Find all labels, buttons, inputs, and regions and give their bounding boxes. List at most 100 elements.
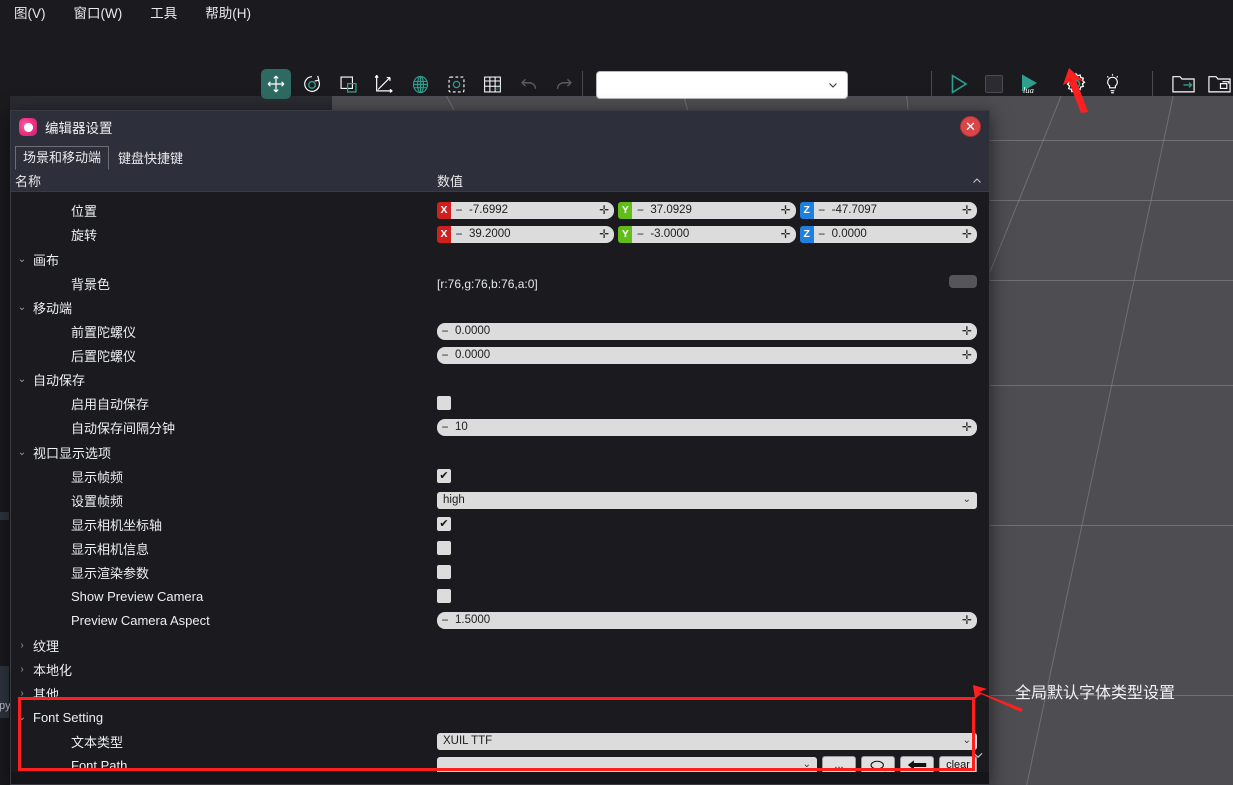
increment-icon[interactable]: ✛ <box>959 227 975 241</box>
row-position[interactable]: 位置 X − -7.6992 ✛ Y −37.0929 ✛ Z − -47.70… <box>11 198 989 222</box>
row-font-path[interactable]: Font Path ⌄ ... clear <box>11 753 989 772</box>
row-rotation[interactable]: 旋转 X −39.2000 ✛ Y − -3.0000 ✛ Z −0.0000 … <box>11 222 989 246</box>
group-font-setting[interactable]: ⌄ Font Setting <box>11 705 989 729</box>
redo-button[interactable] <box>549 69 579 99</box>
close-icon[interactable]: ✕ <box>960 116 981 137</box>
move-tool-button[interactable] <box>261 69 291 99</box>
decrement-icon[interactable]: − <box>451 227 467 241</box>
tab-keyboard-shortcuts[interactable]: 键盘快捷键 <box>111 148 190 170</box>
show-camera-axis-checkbox[interactable]: ✔ <box>437 517 451 531</box>
group-texture[interactable]: › 纹理 <box>11 633 989 657</box>
undo-button[interactable] <box>513 69 543 99</box>
enable-autosave-checkbox[interactable] <box>437 396 451 410</box>
field-rotation-y[interactable]: Y − -3.0000 ✛ <box>618 225 796 243</box>
group-autosave[interactable]: ⌄ 自动保存 <box>11 367 989 391</box>
folder-open-icon[interactable] <box>1168 69 1198 99</box>
search-button[interactable] <box>861 756 895 772</box>
decrement-icon[interactable]: − <box>451 203 467 217</box>
decrement-icon[interactable]: − <box>437 348 453 362</box>
play-button[interactable] <box>943 69 973 99</box>
scroll-down-icon[interactable] <box>971 748 985 762</box>
chevron-down-icon[interactable]: ⌄ <box>11 254 33 265</box>
autosave-interval-spinner[interactable]: −10 ✛ <box>437 418 977 436</box>
font-path-select[interactable]: ⌄ <box>437 756 817 772</box>
decrement-icon[interactable]: − <box>437 324 453 338</box>
scene-select[interactable] <box>596 71 848 99</box>
menu-view[interactable]: 图(V) <box>0 2 60 22</box>
group-other[interactable]: › 其他 <box>11 681 989 705</box>
row-show-preview-camera[interactable]: Show Preview Camera <box>11 584 989 608</box>
bulb-icon[interactable] <box>1097 69 1127 99</box>
chevron-right-icon[interactable]: › <box>11 664 33 675</box>
row-preview-camera-aspect[interactable]: Preview Camera Aspect −1.5000 ✛ <box>11 608 989 632</box>
show-camera-info-checkbox[interactable] <box>437 541 451 555</box>
group-localization[interactable]: › 本地化 <box>11 657 989 681</box>
browse-ellipsis-button[interactable]: ... <box>822 756 856 772</box>
row-show-camera-info[interactable]: 显示相机信息 <box>11 536 989 560</box>
tab-scene-and-mobile[interactable]: 场景和移动端 <box>15 146 110 170</box>
stop-button[interactable] <box>979 69 1009 99</box>
decrement-icon[interactable]: − <box>437 613 453 627</box>
chevron-right-icon[interactable]: › <box>11 688 33 699</box>
scale-tool-button[interactable] <box>333 69 363 99</box>
assign-button[interactable] <box>900 756 934 772</box>
increment-icon[interactable]: ✛ <box>596 203 612 217</box>
increment-icon[interactable]: ✛ <box>959 420 975 434</box>
chevron-right-icon[interactable]: › <box>11 640 33 651</box>
field-rotation-x[interactable]: X −39.2000 ✛ <box>437 225 615 243</box>
increment-icon[interactable]: ✛ <box>959 348 975 362</box>
preview-camera-aspect-spinner[interactable]: −1.5000 ✛ <box>437 611 977 629</box>
axis-tool-button[interactable] <box>369 69 399 99</box>
decrement-icon[interactable]: − <box>632 203 648 217</box>
row-enable-autosave[interactable]: 启用自动保存 <box>11 391 989 415</box>
field-rotation-z[interactable]: Z −0.0000 ✛ <box>799 225 977 243</box>
scroll-up-icon[interactable] <box>971 175 983 187</box>
row-show-render-params[interactable]: 显示渲染参数 <box>11 560 989 584</box>
globe-tool-button[interactable] <box>405 69 435 99</box>
focus-tool-button[interactable] <box>441 69 471 99</box>
decrement-icon[interactable]: − <box>814 203 830 217</box>
rotate-tool-button[interactable] <box>297 69 327 99</box>
rear-gyro-spinner[interactable]: −0.0000 ✛ <box>437 346 977 364</box>
increment-icon[interactable]: ✛ <box>959 203 975 217</box>
group-mobile[interactable]: ⌄ 移动端 <box>11 295 989 319</box>
group-viewport-display[interactable]: ⌄ 视口显示选项 <box>11 440 989 464</box>
chevron-down-icon[interactable]: ⌄ <box>11 374 33 385</box>
field-position-z[interactable]: Z − -47.7097 ✛ <box>799 201 977 219</box>
menu-help[interactable]: 帮助(H) <box>191 2 265 22</box>
chevron-down-icon[interactable]: ⌄ <box>11 712 33 723</box>
front-gyro-spinner[interactable]: −0.0000 ✛ <box>437 322 977 340</box>
row-text-type[interactable]: 文本类型 XUIL TTF ⌄ <box>11 729 989 753</box>
decrement-icon[interactable]: − <box>632 227 648 241</box>
show-fps-checkbox[interactable]: ✔ <box>437 469 451 483</box>
increment-icon[interactable]: ✛ <box>959 613 975 627</box>
menu-tools[interactable]: 工具 <box>136 2 191 22</box>
grid-tool-button[interactable]: xz <box>477 69 507 99</box>
row-rear-gyroscope[interactable]: 后置陀螺仪 −0.0000 ✛ <box>11 343 989 367</box>
increment-icon[interactable]: ✛ <box>778 203 794 217</box>
chevron-down-icon[interactable]: ⌄ <box>11 447 33 458</box>
row-front-gyroscope[interactable]: 前置陀螺仪 −0.0000 ✛ <box>11 319 989 343</box>
chevron-down-icon[interactable]: ⌄ <box>11 302 33 313</box>
decrement-icon[interactable]: − <box>814 227 830 241</box>
increment-icon[interactable]: ✛ <box>959 324 975 338</box>
row-background-color[interactable]: 背景色 [r:76,g:76,b:76,a:0] <box>11 271 989 295</box>
color-swatch[interactable] <box>949 274 977 288</box>
show-render-params-checkbox[interactable] <box>437 565 451 579</box>
lua-play-button[interactable]: lua <box>1015 69 1045 99</box>
folder-copy-icon[interactable] <box>1204 69 1233 99</box>
decrement-icon[interactable]: − <box>437 420 453 434</box>
field-position-y[interactable]: Y −37.0929 ✛ <box>618 201 796 219</box>
set-fps-select[interactable]: high ⌄ <box>437 491 977 509</box>
text-type-select[interactable]: XUIL TTF ⌄ <box>437 732 977 750</box>
row-autosave-interval[interactable]: 自动保存间隔分钟 −10 ✛ <box>11 415 989 439</box>
row-show-fps[interactable]: 显示帧频 ✔ <box>11 464 989 488</box>
field-position-x[interactable]: X − -7.6992 ✛ <box>437 201 615 219</box>
increment-icon[interactable]: ✛ <box>778 227 794 241</box>
show-preview-camera-checkbox[interactable] <box>437 589 451 603</box>
group-canvas[interactable]: ⌄ 画布 <box>11 247 989 271</box>
increment-icon[interactable]: ✛ <box>596 227 612 241</box>
menu-window[interactable]: 窗口(W) <box>60 2 137 22</box>
row-set-fps[interactable]: 设置帧频 high ⌄ <box>11 488 989 512</box>
row-show-camera-axis[interactable]: 显示相机坐标轴 ✔ <box>11 512 989 536</box>
